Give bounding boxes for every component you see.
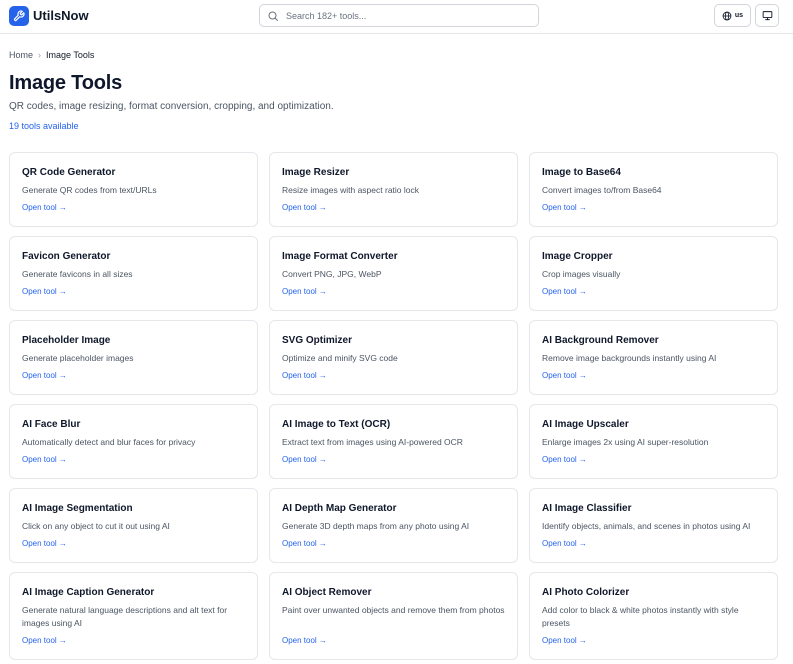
tool-card-description: Paint over unwanted objects and remove t… — [282, 605, 505, 615]
tool-card-title: AI Face Blur — [22, 419, 81, 430]
tool-card[interactable]: QR Code Generator Generate QR codes from… — [9, 152, 258, 227]
tool-card-description: Generate QR codes from text/URLs — [22, 185, 157, 195]
tool-card[interactable]: AI Photo Colorizer Add color to black & … — [529, 572, 778, 660]
search-placeholder: Search 182+ tools... — [286, 10, 367, 21]
tool-card-title: AI Image Caption Generator — [22, 587, 155, 598]
tool-card[interactable]: Image Resizer Resize images with aspect … — [269, 152, 518, 227]
tool-card[interactable]: SVG Optimizer Optimize and minify SVG co… — [269, 320, 518, 395]
monitor-icon — [762, 10, 773, 21]
tool-card-description: Crop images visually — [542, 269, 621, 279]
top-navigation-bar: UtilsNow Search 182+ tools... us — [0, 0, 793, 34]
tool-card-description: Generate favicons in all sizes — [22, 269, 133, 279]
tool-card-title: SVG Optimizer — [282, 335, 353, 346]
open-tool-link[interactable]: Open tool → — [22, 287, 67, 296]
search-input[interactable]: Search 182+ tools... — [259, 4, 539, 27]
tool-card-description: Convert PNG, JPG, WebP — [282, 269, 382, 279]
chevron-right-icon: › — [38, 50, 42, 60]
tool-card-description: Generate natural language descriptions a… — [22, 605, 228, 628]
tool-card-description: Remove image backgrounds instantly using… — [542, 353, 717, 363]
tool-card[interactable]: AI Depth Map Generator Generate 3D depth… — [269, 488, 518, 563]
open-tool-link[interactable]: Open tool → — [282, 371, 327, 380]
page-description: QR codes, image resizing, format convers… — [9, 101, 334, 112]
open-tool-link[interactable]: Open tool → — [282, 455, 327, 464]
tool-card-title: AI Image Segmentation — [22, 503, 133, 514]
open-tool-link[interactable]: Open tool → — [542, 287, 587, 296]
tool-card[interactable]: AI Image Caption Generator Generate natu… — [9, 572, 258, 660]
tool-card-description: Identify objects, animals, and scenes in… — [542, 521, 751, 531]
tool-card-title: Placeholder Image — [22, 335, 111, 346]
tool-card-title: Image Format Converter — [282, 251, 398, 262]
tool-card[interactable]: AI Image Segmentation Click on any objec… — [9, 488, 258, 563]
tool-card-description: Generate placeholder images — [22, 353, 134, 363]
tool-card-title: AI Image Upscaler — [542, 419, 629, 430]
globe-icon — [722, 11, 732, 21]
open-tool-link[interactable]: Open tool → — [22, 455, 67, 464]
tool-card-title: Image Resizer — [282, 167, 350, 178]
open-tool-link[interactable]: Open tool → — [282, 287, 327, 296]
tool-card-title: AI Image Classifier — [542, 503, 632, 514]
tool-card-description: Enlarge images 2x using AI super-resolut… — [542, 437, 709, 447]
tools-count: 19 tools available — [9, 121, 79, 131]
open-tool-link[interactable]: Open tool → — [542, 539, 587, 548]
open-tool-link[interactable]: Open tool → — [282, 636, 327, 645]
tool-card[interactable]: AI Image to Text (OCR) Extract text from… — [269, 404, 518, 479]
tool-card-description: Automatically detect and blur faces for … — [22, 437, 196, 447]
tool-card[interactable]: AI Face Blur Automatically detect and bl… — [9, 404, 258, 479]
open-tool-link[interactable]: Open tool → — [22, 203, 67, 212]
tool-card-title: Image Cropper — [542, 251, 613, 262]
open-tool-link[interactable]: Open tool → — [542, 371, 587, 380]
brand-name[interactable]: UtilsNow — [33, 8, 89, 23]
tool-card-description: Generate 3D depth maps from any photo us… — [282, 521, 470, 531]
open-tool-link[interactable]: Open tool → — [542, 203, 587, 212]
tool-card[interactable]: AI Image Upscaler Enlarge images 2x usin… — [529, 404, 778, 479]
language-selector-button[interactable]: us — [714, 4, 751, 27]
tool-card-description: Resize images with aspect ratio lock — [282, 185, 420, 195]
tool-card-description: Click on any object to cut it out using … — [22, 521, 170, 531]
tool-card[interactable]: Image Cropper Crop images visually Open … — [529, 236, 778, 311]
tool-card-title: AI Image to Text (OCR) — [282, 419, 391, 430]
tool-card-title: AI Photo Colorizer — [542, 587, 630, 598]
tool-card-title: QR Code Generator — [22, 167, 116, 178]
tool-card[interactable]: AI Background Remover Remove image backg… — [529, 320, 778, 395]
open-tool-link[interactable]: Open tool → — [282, 539, 327, 548]
breadcrumb: Home › Image Tools — [9, 50, 94, 60]
tools-grid: QR Code Generator Generate QR codes from… — [9, 152, 779, 660]
tool-card-title: AI Object Remover — [282, 587, 372, 598]
tool-card-description: Extract text from images using AI-powere… — [282, 437, 463, 447]
tool-card[interactable]: Placeholder Image Generate placeholder i… — [9, 320, 258, 395]
tool-card-title: Image to Base64 — [542, 167, 621, 178]
tool-card-title: Favicon Generator — [22, 251, 111, 262]
breadcrumb-home-link[interactable]: Home — [9, 50, 33, 60]
page-title: Image Tools — [9, 72, 123, 94]
tool-card[interactable]: Image to Base64 Convert images to/from B… — [529, 152, 778, 227]
open-tool-link[interactable]: Open tool → — [542, 455, 587, 464]
tool-card[interactable]: Image Format Converter Convert PNG, JPG,… — [269, 236, 518, 311]
tool-card-description: Convert images to/from Base64 — [542, 185, 662, 195]
tool-card[interactable]: Favicon Generator Generate favicons in a… — [9, 236, 258, 311]
language-code: us — [734, 12, 744, 19]
tool-card-description: Optimize and minify SVG code — [282, 353, 398, 363]
tool-card-title: AI Depth Map Generator — [282, 503, 397, 514]
open-tool-link[interactable]: Open tool → — [22, 539, 67, 548]
theme-toggle-button[interactable] — [755, 4, 779, 27]
wrench-logo-icon[interactable] — [9, 6, 29, 26]
tool-card-title: AI Background Remover — [542, 335, 659, 346]
tool-card-description: Add color to black & white photos instan… — [542, 605, 739, 628]
breadcrumb-current: Image Tools — [46, 50, 95, 60]
open-tool-link[interactable]: Open tool → — [282, 203, 327, 212]
open-tool-link[interactable]: Open tool → — [22, 371, 67, 380]
tool-card[interactable]: AI Object Remover Paint over unwanted ob… — [269, 572, 518, 660]
open-tool-link[interactable]: Open tool → — [22, 636, 67, 645]
search-icon — [267, 10, 279, 22]
open-tool-link[interactable]: Open tool → — [542, 636, 587, 645]
tool-card[interactable]: AI Image Classifier Identify objects, an… — [529, 488, 778, 563]
